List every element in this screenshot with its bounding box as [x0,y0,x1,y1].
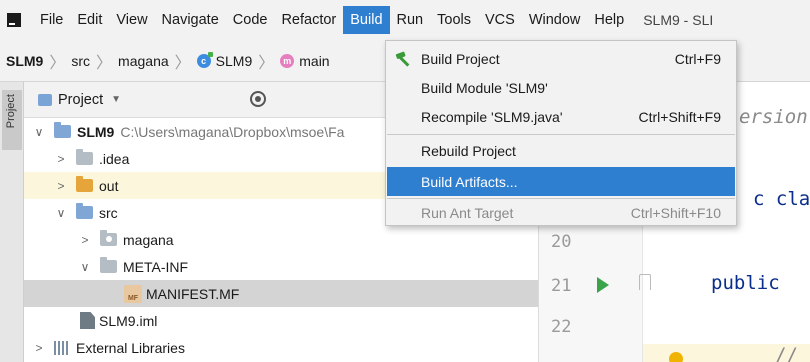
chevron-right-icon[interactable]: > [54,152,68,166]
tree-item-label: SLM9 [77,123,115,140]
tree-item-label: magana [123,231,174,248]
menu-item-run-ant-target[interactable]: Run Ant Target Ctrl+Shift+F10 [387,198,735,227]
menu-vcs[interactable]: VCS [478,6,522,34]
tree-item-label: src [99,204,118,221]
line-number: 20 [551,232,572,252]
menu-code[interactable]: Code [226,6,275,34]
breadcrumb-class[interactable]: c SLM9 [196,51,253,69]
menu-item-label: Build Module 'SLM9' [421,79,548,96]
menu-item-label: Recompile 'SLM9.java' [421,108,563,125]
chevron-down-icon[interactable]: ∨ [32,125,46,139]
menu-tools[interactable]: Tools [430,6,478,34]
intellij-logo-icon [5,11,23,29]
code-comment: // [775,344,798,362]
package-icon [100,230,117,246]
fold-marker-icon[interactable] [639,274,651,290]
tree-item-path: C:\Users\magana\Dropbox\msoe\Fa [120,123,345,140]
breadcrumb-method-label: main [299,52,330,69]
dropdown-arrow-icon[interactable]: ▼ [111,94,121,105]
menu-item-label: Run Ant Target [421,204,514,221]
tree-item-label: META-INF [123,258,189,275]
chevron-down-icon[interactable]: ∨ [78,260,92,274]
code-class-declaration: c clas [753,188,810,210]
menu-item-shortcut: Ctrl+Shift+F10 [630,204,721,221]
tree-item-label: SLM9.iml [99,312,158,329]
tree-item-iml[interactable]: SLM9.iml [24,307,538,334]
menu-run[interactable]: Run [390,6,431,34]
breadcrumb-class-label: SLM9 [215,52,253,69]
code-comment: ersion [739,106,808,128]
run-gutter-icon[interactable] [597,277,609,293]
menu-separator [387,134,735,135]
menu-item-build-project[interactable]: Build Project Ctrl+F9 [387,44,735,73]
project-tool-label: Project [5,94,17,129]
hammer-icon [395,51,410,67]
menu-item-build-artifacts[interactable]: Build Artifacts... [387,167,735,196]
chevron-right-icon[interactable]: > [32,341,46,355]
tree-item-label: .idea [99,150,130,167]
menu-item-shortcut: Ctrl+Shift+F9 [638,108,721,125]
tree-item-label: out [99,177,119,194]
libraries-icon [54,340,70,355]
chevron-right-icon: 〉 [258,54,275,72]
project-view-selector[interactable]: Project [58,92,103,108]
tree-item-label: MANIFEST.MF [146,285,240,302]
chevron-right-icon: 〉 [96,54,113,72]
project-view-icon [38,93,52,106]
chevron-right-icon: 〉 [49,54,66,72]
method-icon: m [280,53,295,68]
code-method-declaration: public [711,272,780,294]
breadcrumb-method[interactable]: m main [280,52,330,69]
module-file-icon [80,312,95,329]
menu-item-shortcut: Ctrl+F9 [674,50,721,67]
menu-help[interactable]: Help [587,6,631,34]
menu-item-build-module[interactable]: Build Module 'SLM9' [387,73,735,102]
menu-item-label: Build Project [421,50,500,67]
breadcrumb-src[interactable]: src [71,53,90,69]
breadcrumb-project[interactable]: SLM9 [6,53,43,69]
class-icon: c [196,51,213,68]
line-number: 21 [551,276,572,296]
menu-navigate[interactable]: Navigate [155,6,226,34]
tree-item-magana[interactable]: > magana [24,226,538,253]
menu-refactor[interactable]: Refactor [274,6,343,34]
menu-window[interactable]: Window [522,6,588,34]
menu-item-label: Build Artifacts... [421,173,518,190]
menu-edit[interactable]: Edit [70,6,109,34]
menu-item-recompile[interactable]: Recompile 'SLM9.java' Ctrl+Shift+F9 [387,102,735,131]
breadcrumb-package[interactable]: magana [118,53,169,69]
menu-view[interactable]: View [109,6,154,34]
excluded-folder-icon [76,176,93,192]
tool-window-strip: Project [0,82,24,362]
menu-file[interactable]: File [33,6,70,34]
menu-bar: File Edit View Navigate Code Refactor Bu… [0,0,810,40]
menu-build[interactable]: Build [343,6,390,34]
chevron-right-icon: 〉 [174,54,191,72]
folder-icon [76,149,93,165]
menu-item-label: Rebuild Project [421,142,516,159]
tree-item-meta-inf[interactable]: ∨ META-INF [24,253,538,280]
module-folder-icon [54,122,71,138]
manifest-file-icon: MF [124,284,142,303]
chevron-down-icon[interactable]: ∨ [54,206,68,220]
line-number: 22 [551,317,572,337]
folder-icon [100,257,117,273]
build-menu-dropdown: Build Project Ctrl+F9 Build Module 'SLM9… [385,40,737,226]
chevron-right-icon[interactable]: > [54,179,68,193]
window-title: SLM9 - SLI [643,12,714,28]
tree-item-manifest[interactable]: MF MANIFEST.MF [24,280,538,307]
menu-item-rebuild-project[interactable]: Rebuild Project [387,136,735,165]
tree-item-label: External Libraries [76,339,185,356]
source-folder-icon [76,203,93,219]
locate-target-icon[interactable] [250,91,266,107]
chevron-right-icon[interactable]: > [78,233,92,247]
tree-item-external-libraries[interactable]: > External Libraries [24,334,538,361]
lightbulb-icon[interactable] [669,352,683,362]
project-tool-button[interactable]: Project [2,90,22,150]
